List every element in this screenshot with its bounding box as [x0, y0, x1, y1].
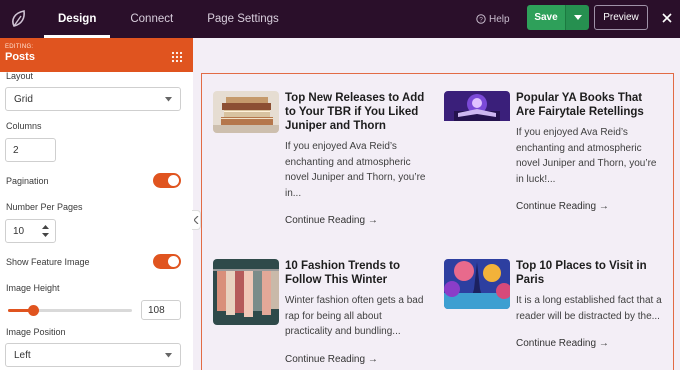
- post-card[interactable]: Top 10 Places to Visit in Paris It is a …: [444, 259, 664, 349]
- layout-label: Layout: [6, 71, 34, 81]
- editing-label: EDITING:: [5, 44, 34, 50]
- image-height-slider[interactable]: [8, 305, 132, 316]
- help-label: Help: [489, 13, 510, 25]
- post-excerpt: If you enjoyed Ava Reid’s enchanting and…: [285, 141, 426, 199]
- stepper-arrows-icon[interactable]: [42, 224, 49, 238]
- chevron-down-icon: [573, 15, 582, 20]
- seedprod-logo-icon[interactable]: [0, 0, 38, 38]
- pagination-label: Pagination: [6, 176, 49, 186]
- tab-connect[interactable]: Connect: [116, 0, 187, 38]
- close-icon[interactable]: [660, 9, 674, 29]
- post-card[interactable]: Top New Releases to Add to Your TBR if Y…: [213, 91, 428, 226]
- post-excerpt: Winter fashion often gets a bad rap for …: [285, 295, 424, 337]
- continue-reading-link[interactable]: Continue Reading →: [516, 338, 664, 349]
- save-options-button[interactable]: [565, 5, 589, 30]
- preview-button[interactable]: Preview: [594, 5, 648, 30]
- image-position-value: Left: [14, 349, 31, 361]
- post-title[interactable]: 10 Fashion Trends to Follow This Winter: [285, 259, 428, 287]
- collapse-sidebar-button[interactable]: [192, 210, 201, 230]
- tab-page-settings[interactable]: Page Settings: [193, 0, 293, 38]
- slider-handle[interactable]: [27, 305, 39, 316]
- image-position-label: Image Position: [6, 327, 66, 337]
- top-bar: Design Connect Page Settings ? Help Save…: [0, 0, 680, 38]
- post-thumbnail-paris[interactable]: [444, 259, 510, 309]
- layout-select[interactable]: Grid: [5, 87, 181, 111]
- post-thumbnail-fashion[interactable]: [213, 259, 279, 325]
- post-thumbnail-fairytale[interactable]: [444, 91, 510, 133]
- editing-header: EDITING: Posts: [0, 38, 193, 72]
- help-link[interactable]: ? Help: [476, 0, 510, 38]
- post-card[interactable]: Popular YA Books That Are Fairytale Rete…: [444, 91, 664, 212]
- image-height-input[interactable]: 108: [141, 300, 181, 320]
- drag-handle-icon[interactable]: [171, 50, 183, 68]
- module-title: Posts: [5, 51, 35, 63]
- post-title[interactable]: Popular YA Books That Are Fairytale Rete…: [516, 91, 664, 119]
- chevron-down-icon: [165, 97, 172, 102]
- tab-design[interactable]: Design: [44, 0, 111, 38]
- per-page-label: Number Per Pages: [6, 202, 83, 212]
- post-excerpt: It is a long established fact that a rea…: [516, 295, 662, 322]
- columns-input[interactable]: 2: [5, 138, 56, 162]
- chevron-left-icon: [193, 216, 198, 224]
- save-button[interactable]: Save: [527, 5, 565, 30]
- continue-reading-link[interactable]: Continue Reading →: [285, 215, 428, 226]
- continue-reading-link[interactable]: Continue Reading →: [285, 354, 428, 365]
- posts-block[interactable]: Top New Releases to Add to Your TBR if Y…: [201, 73, 674, 370]
- post-excerpt: If you enjoyed Ava Reid’s enchanting and…: [516, 127, 657, 185]
- save-button-group: Save: [527, 5, 589, 30]
- image-height-label: Image Height: [6, 283, 60, 293]
- chevron-down-icon: [165, 353, 172, 358]
- pagination-toggle[interactable]: [153, 173, 181, 188]
- continue-reading-link[interactable]: Continue Reading →: [516, 201, 664, 212]
- post-card[interactable]: 10 Fashion Trends to Follow This Winter …: [213, 259, 428, 365]
- post-title[interactable]: Top 10 Places to Visit in Paris: [516, 259, 664, 287]
- svg-text:?: ?: [479, 17, 483, 24]
- per-page-value: 10: [13, 225, 25, 237]
- per-page-stepper[interactable]: 10: [5, 219, 56, 243]
- post-thumbnail-books[interactable]: [213, 91, 279, 133]
- settings-sidebar: EDITING: Posts Layout Grid Columns 2 Pag…: [0, 38, 193, 370]
- image-position-select[interactable]: Left: [5, 343, 181, 367]
- post-title[interactable]: Top New Releases to Add to Your TBR if Y…: [285, 91, 428, 133]
- show-feature-image-label: Show Feature Image: [6, 257, 90, 267]
- columns-label: Columns: [6, 121, 42, 131]
- show-feature-image-toggle[interactable]: [153, 254, 181, 269]
- help-icon: ?: [476, 14, 486, 24]
- layout-value: Grid: [14, 93, 33, 105]
